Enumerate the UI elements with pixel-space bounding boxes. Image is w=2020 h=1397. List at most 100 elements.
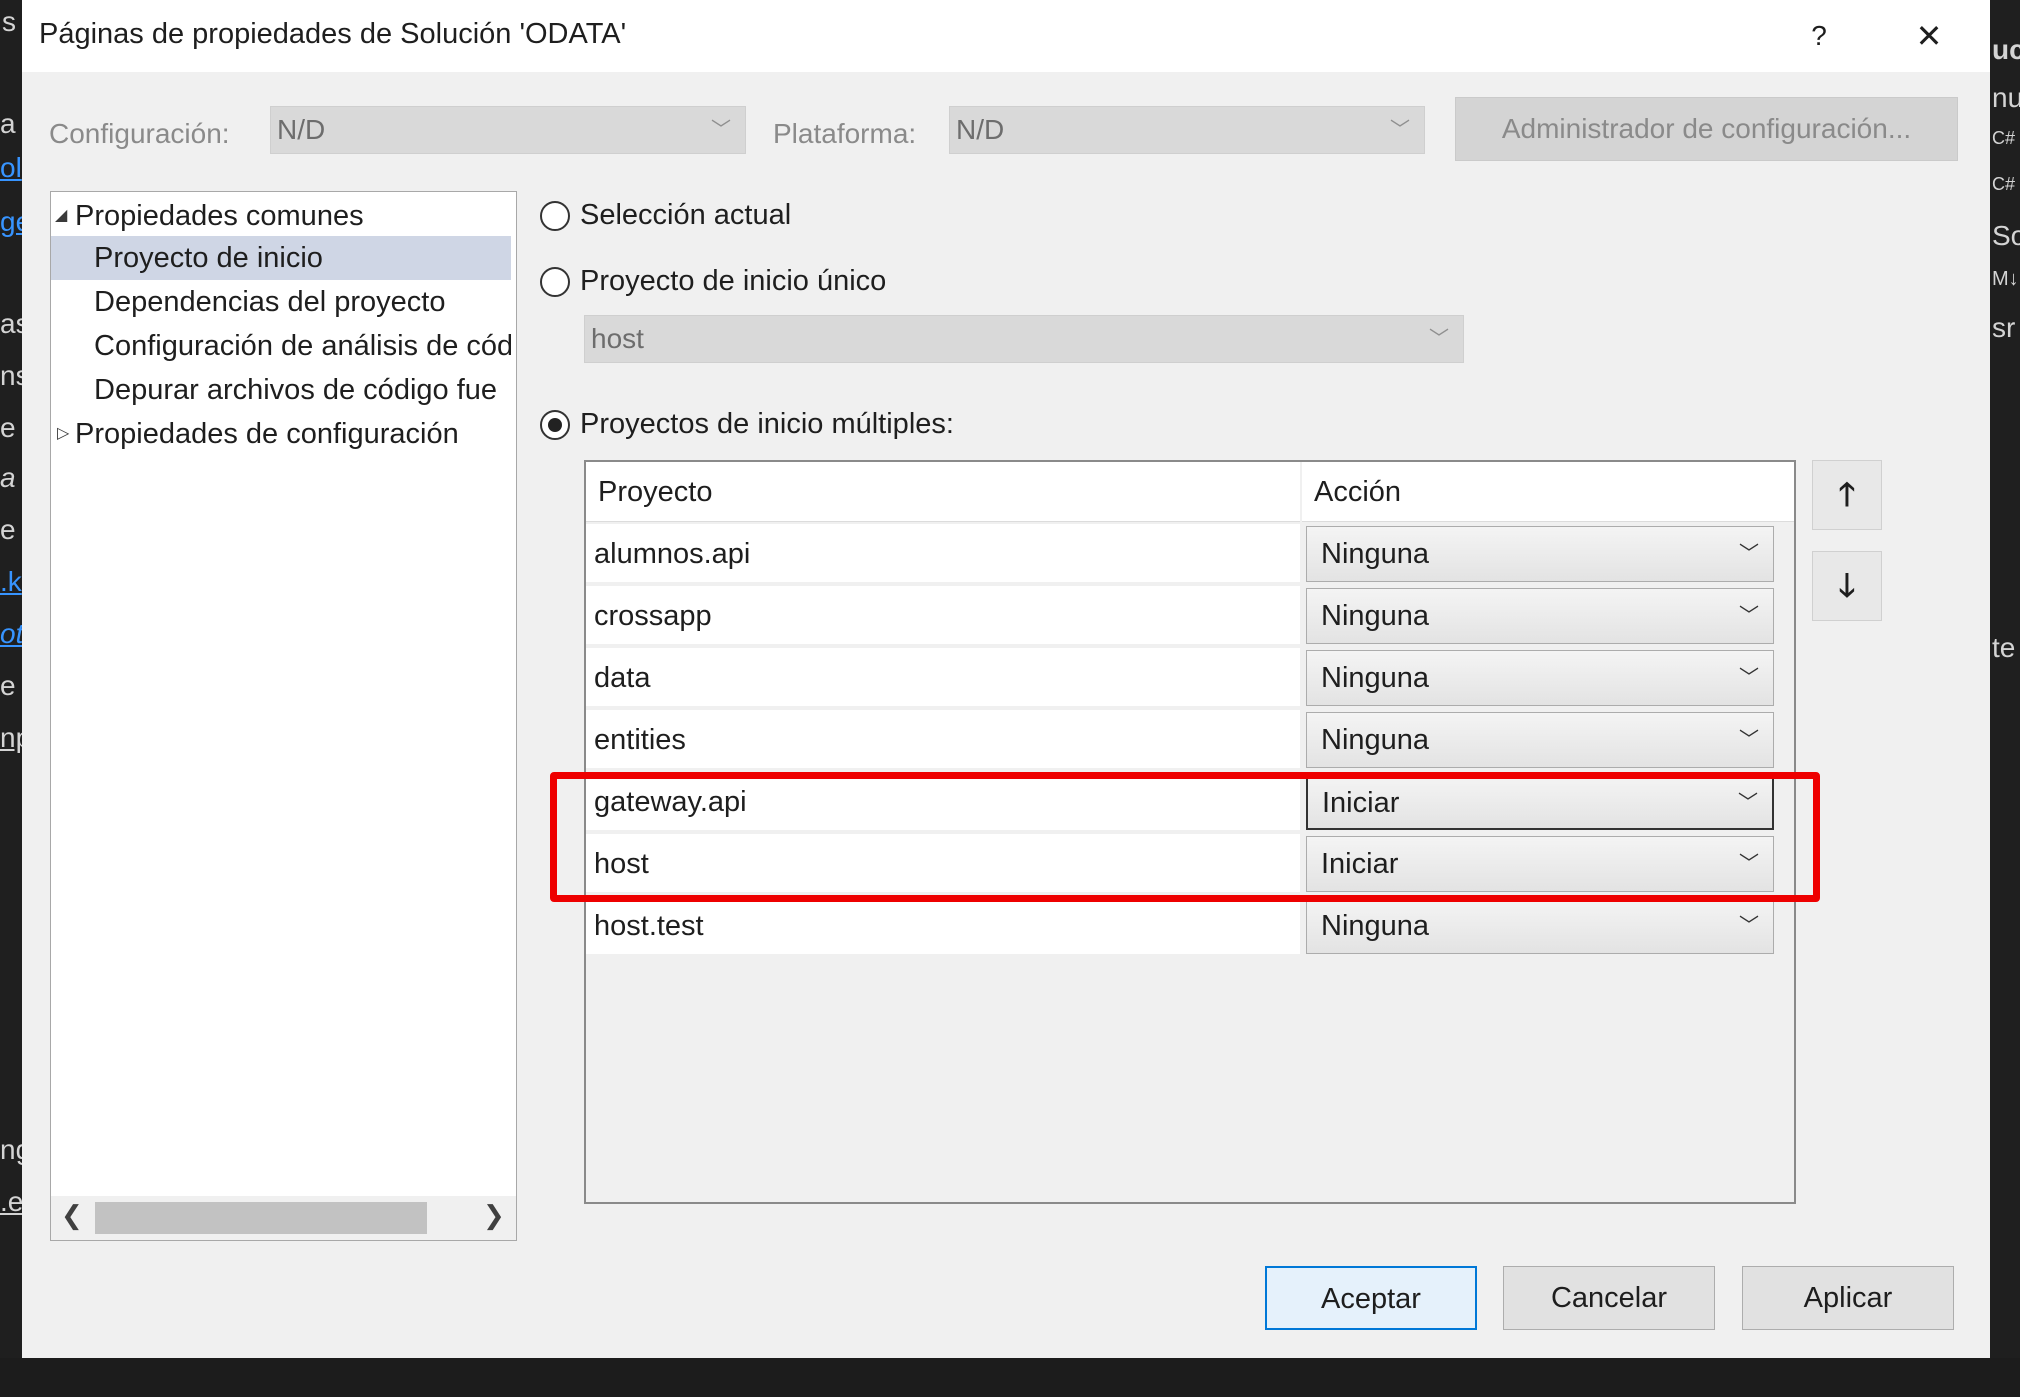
radio-single-startup[interactable] — [540, 267, 570, 297]
tree-item-label: Proyecto de inicio — [94, 242, 323, 274]
solution-property-pages-dialog: Páginas de propiedades de Solución 'ODAT… — [22, 0, 1990, 1358]
ide-text-fragment: a — [0, 108, 16, 139]
horizontal-scrollbar[interactable]: ❮ ❯ — [51, 1196, 516, 1240]
action-value: Ninguna — [1321, 910, 1430, 942]
expanded-triangle-icon[interactable]: ◢ — [55, 194, 67, 238]
single-project-value: host — [591, 323, 644, 354]
project-name-cell: crossapp — [586, 586, 1300, 646]
scrollbar-thumb[interactable] — [95, 1202, 427, 1234]
platform-combo[interactable]: N/D ﹀ — [949, 106, 1425, 154]
property-tree: ◢ Propiedades comunes Proyecto de inicio… — [50, 191, 517, 1241]
project-name-cell: entities — [586, 710, 1300, 770]
column-header-project[interactable]: Proyecto — [586, 462, 1300, 522]
tree-item-label: Propiedades de configuración — [75, 418, 459, 450]
move-up-button[interactable]: 🡑 — [1812, 460, 1882, 530]
configuration-combo[interactable]: N/D ﹀ — [270, 106, 746, 154]
project-name-cell: host.test — [586, 896, 1300, 956]
action-value: Iniciar — [1321, 848, 1399, 880]
radio-current-selection[interactable] — [540, 201, 570, 231]
action-value: Iniciar — [1322, 787, 1400, 819]
chevron-down-icon: ﹀ — [1739, 543, 1759, 565]
ide-text-fragment: ol — [0, 152, 22, 183]
ide-text-fragment: C# — [1992, 128, 2016, 148]
action-combo[interactable]: Ninguna ﹀ — [1306, 526, 1774, 582]
ide-text-fragment: e — [0, 412, 16, 443]
platform-label: Plataforma: — [773, 118, 917, 149]
project-name-cell: data — [586, 648, 1300, 708]
scroll-left-icon[interactable]: ❮ — [61, 1200, 83, 1231]
ide-text-fragment: uc — [1992, 34, 2020, 65]
tree-item-project-dependencies[interactable]: Dependencias del proyecto — [51, 280, 511, 324]
table-row[interactable]: gateway.api Iniciar ﹀ — [586, 772, 1794, 834]
arrow-down-icon: 🡓 — [1838, 567, 1856, 603]
chevron-down-icon: ﹀ — [1429, 328, 1449, 350]
table-row[interactable]: alumnos.api Ninguna ﹀ — [586, 524, 1794, 586]
ide-text-fragment: e — [0, 514, 16, 545]
action-combo[interactable]: Ninguna ﹀ — [1306, 898, 1774, 954]
radio-multiple-startup-label[interactable]: Proyectos de inicio múltiples: — [580, 408, 954, 441]
column-header-action[interactable]: Acción — [1302, 462, 1794, 522]
table-row[interactable]: host Iniciar ﹀ — [586, 834, 1794, 896]
action-value: Ninguna — [1321, 600, 1430, 632]
configuration-manager-button[interactable]: Administrador de configuración... — [1455, 97, 1958, 161]
collapsed-triangle-icon[interactable]: ▷ — [57, 412, 69, 456]
platform-value: N/D — [956, 114, 1005, 145]
radio-single-startup-label[interactable]: Proyecto de inicio único — [580, 265, 886, 298]
arrow-up-icon: 🡑 — [1838, 476, 1856, 512]
action-combo[interactable]: Iniciar ﹀ — [1306, 836, 1774, 892]
help-button[interactable]: ? — [1794, 14, 1844, 58]
ok-button[interactable]: Aceptar — [1265, 1266, 1477, 1330]
ide-text-fragment: te — [1992, 632, 2016, 663]
chevron-down-icon: ﹀ — [1739, 853, 1759, 875]
action-value: Ninguna — [1321, 662, 1430, 694]
ide-text-fragment: So — [1992, 220, 2020, 251]
startup-projects-grid: Proyecto Acción alumnos.api Ninguna ﹀ cro… — [584, 460, 1796, 1204]
radio-current-selection-label[interactable]: Selección actual — [580, 199, 791, 232]
ide-background-right: uc nu C# C# So M↓ sr te — [1990, 0, 2020, 1397]
action-value: Ninguna — [1321, 724, 1430, 756]
action-value: Ninguna — [1321, 538, 1430, 570]
title-bar[interactable]: Páginas de propiedades de Solución 'ODAT… — [22, 0, 1990, 72]
ide-text-fragment: C# — [1992, 174, 2016, 194]
table-row[interactable]: entities Ninguna ﹀ — [586, 710, 1794, 772]
table-row[interactable]: host.test Ninguna ﹀ — [586, 896, 1794, 958]
tree-item-startup-project[interactable]: Proyecto de inicio — [51, 236, 511, 280]
dialog-title: Páginas de propiedades de Solución 'ODAT… — [39, 18, 627, 50]
ide-text-fragment: ot — [0, 618, 24, 649]
ide-text-fragment: e — [0, 670, 16, 701]
scroll-right-icon[interactable]: ❯ — [483, 1200, 505, 1231]
project-name-cell: host — [586, 834, 1300, 894]
chevron-down-icon: ﹀ — [1738, 792, 1758, 814]
action-combo[interactable]: Iniciar ﹀ — [1306, 774, 1774, 830]
ide-text-fragment: a — [0, 462, 16, 493]
cancel-button[interactable]: Cancelar — [1503, 1266, 1715, 1330]
tree-item-label: Depurar archivos de código fue — [94, 374, 498, 406]
action-combo[interactable]: Ninguna ﹀ — [1306, 650, 1774, 706]
tree-item-configuration-properties[interactable]: ▷ Propiedades de configuración — [51, 412, 511, 456]
tree-item-code-analysis[interactable]: Configuración de análisis de cód — [51, 324, 511, 368]
apply-button[interactable]: Aplicar — [1742, 1266, 1954, 1330]
chevron-down-icon: ﹀ — [1739, 667, 1759, 689]
ide-text-fragment: .k — [0, 566, 22, 597]
tree-item-label: Configuración de análisis de cód — [94, 330, 511, 362]
tree-item-common-properties[interactable]: ◢ Propiedades comunes — [51, 194, 511, 238]
project-name-cell: gateway.api — [586, 772, 1300, 832]
tree-item-debug-source-files[interactable]: Depurar archivos de código fue — [51, 368, 511, 412]
table-row[interactable]: crossapp Ninguna ﹀ — [586, 586, 1794, 648]
configuration-label: Configuración: — [49, 118, 230, 149]
action-combo[interactable]: Ninguna ﹀ — [1306, 712, 1774, 768]
ide-text-fragment: sr — [1992, 312, 2016, 343]
radio-multiple-startup[interactable] — [540, 410, 570, 440]
ide-background-bottom — [0, 1358, 2020, 1397]
single-project-combo[interactable]: host ﹀ — [584, 315, 1464, 363]
tree-item-label: Dependencias del proyecto — [94, 286, 446, 318]
project-name-cell: alumnos.api — [586, 524, 1300, 584]
ide-text-fragment: nu — [1992, 82, 2020, 113]
chevron-down-icon: ﹀ — [1739, 729, 1759, 751]
action-combo[interactable]: Ninguna ﹀ — [1306, 588, 1774, 644]
move-down-button[interactable]: 🡓 — [1812, 551, 1882, 621]
close-button[interactable]: ✕ — [1904, 14, 1954, 58]
chevron-down-icon: ﹀ — [711, 119, 731, 141]
table-row[interactable]: data Ninguna ﹀ — [586, 648, 1794, 710]
ide-text-fragment: M↓ — [1992, 268, 2019, 290]
